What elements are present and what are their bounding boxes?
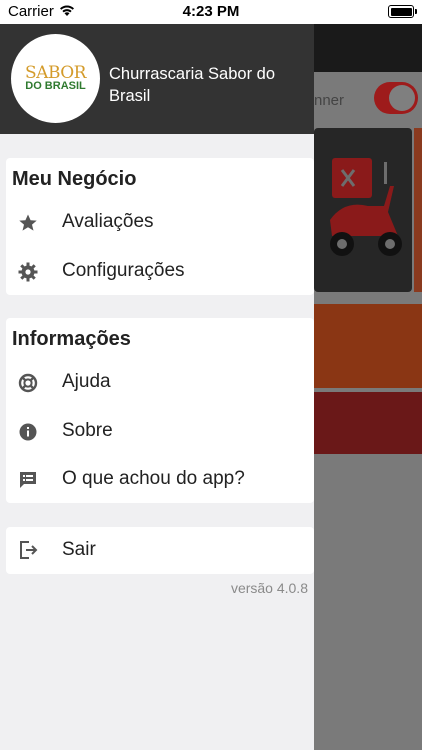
background-orange-card	[314, 304, 422, 388]
drawer-header: SABOR DO BRASIL Churrascaria Sabor do Br…	[0, 24, 314, 134]
logo-text-line2: DO BRASIL	[25, 80, 86, 92]
logo-text-line1: SABOR	[25, 63, 86, 83]
clock: 4:23 PM	[182, 3, 240, 20]
background-app-overlay[interactable]: nner	[314, 24, 422, 750]
menu-item-label: O que achou do app?	[62, 468, 245, 489]
menu-item-label: Configurações	[62, 260, 185, 281]
background-red-card	[314, 392, 422, 454]
menu-item-label: Ajuda	[62, 371, 111, 392]
background-banner-toggle	[374, 82, 418, 114]
menu-item-label: Sobre	[62, 420, 113, 441]
menu-item-sobre[interactable]: Sobre	[6, 408, 314, 456]
section-title-informacoes: Informações	[12, 328, 131, 350]
menu-item-label: Sair	[62, 539, 96, 560]
gear-icon	[18, 262, 38, 282]
menu-item-ajuda[interactable]: Ajuda	[6, 359, 314, 407]
app-version: versão 4.0.8	[230, 580, 308, 596]
business-name: Churrascaria Sabor do Brasil	[109, 65, 275, 105]
menu-item-configuracoes[interactable]: Configurações	[6, 248, 314, 296]
background-app-navbar	[314, 24, 422, 72]
menu-item-sair[interactable]: Sair	[6, 527, 314, 575]
business-logo: SABOR DO BRASIL	[11, 34, 100, 123]
menu-item-label: Avaliações	[62, 211, 154, 232]
feedback-icon	[20, 472, 36, 488]
logout-icon	[20, 541, 38, 559]
battery-icon	[388, 5, 417, 18]
section-meu-negocio: Meu Negócio Avaliações Configurações	[6, 158, 314, 295]
background-banner-label: nner	[314, 92, 345, 109]
section-informacoes: Informações Ajuda Sobre O que achou do a…	[6, 318, 314, 503]
lifebuoy-icon	[18, 373, 38, 393]
section-title-meu-negocio: Meu Negócio	[12, 168, 137, 190]
menu-item-avaliacoes[interactable]: Avaliações	[6, 199, 314, 247]
menu-item-feedback[interactable]: O que achou do app?	[6, 456, 314, 504]
side-drawer: SABOR DO BRASIL Churrascaria Sabor do Br…	[0, 24, 314, 750]
scooter-icon	[330, 158, 402, 256]
star-icon	[19, 214, 37, 231]
background-banner-accent	[414, 128, 422, 292]
background-banner-image	[314, 128, 412, 292]
info-icon	[19, 423, 37, 441]
section-logout: Sair	[6, 527, 314, 574]
status-bar: Carrier 4:23 PM	[0, 0, 422, 24]
